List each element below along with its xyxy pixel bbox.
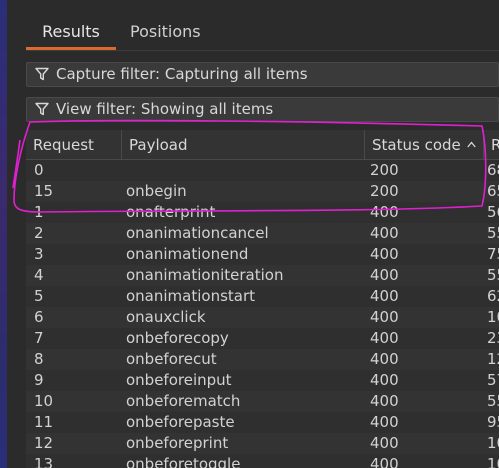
status-code-cell: 400 [370,203,399,221]
table-row[interactable]: 1 onafterprint 400 56 [26,202,499,223]
column-header-request[interactable]: Request [26,130,122,159]
window-edge [0,0,7,468]
table-row[interactable]: 8 onbeforecut 400 12 [26,349,499,370]
table-row[interactable]: 0 200 68 [26,160,499,181]
status-code-cell: 400 [370,287,399,305]
request-cell: 11 [34,413,54,431]
payload-cell: onanimationstart [126,287,256,305]
response-cell: 55 [487,392,499,410]
payload-cell: onafterprint [126,203,216,221]
payload-cell: onbeforeprint [126,434,229,452]
table-row[interactable]: 9 onbeforeinput 400 57 [26,370,499,391]
request-cell: 15 [34,182,54,200]
table-header: Request Payload Status code R [26,130,499,160]
request-cell: 3 [34,245,44,263]
response-cell: 55 [487,224,499,242]
tab-bar: Results Positions [26,12,499,50]
request-cell: 10 [34,392,54,410]
tab-divider [26,50,499,51]
payload-cell: onbeforetoggle [126,455,241,468]
request-cell: 12 [34,434,54,452]
status-code-cell: 200 [370,182,399,200]
payload-cell: onbeforepaste [126,413,235,431]
response-cell: 62 [487,287,499,305]
payload-cell: onauxclick [126,308,206,326]
status-code-cell: 400 [370,434,399,452]
request-cell: 2 [34,224,44,242]
status-code-cell: 400 [370,413,399,431]
table-row[interactable]: 15 onbegin 200 65 [26,181,499,202]
column-header-response[interactable]: R [484,130,499,159]
payload-cell: onbeforeinput [126,371,232,389]
table-row[interactable]: 11 onbeforepaste 400 95 [26,412,499,433]
response-cell: 55 [487,266,499,284]
request-cell: 4 [34,266,44,284]
table-row[interactable]: 13 onbeforetoggle 400 10 [26,454,499,468]
table-row[interactable]: 3 onanimationend 400 75 [26,244,499,265]
column-header-status-code-label: Status code [372,136,461,154]
tab-positions[interactable]: Positions [130,12,220,50]
response-cell: 68 [487,161,499,179]
status-code-cell: 400 [370,329,399,347]
status-code-cell: 400 [370,392,399,410]
results-table: Request Payload Status code R 02006815on… [26,130,499,468]
payload-cell: onbeforematch [126,392,241,410]
table-row[interactable]: 12 onbeforeprint 400 10 [26,433,499,454]
table-row[interactable]: 10 onbeforematch 400 55 [26,391,499,412]
capture-filter-bar[interactable]: Capture filter: Capturing all items [26,62,499,87]
response-cell: 57 [487,371,499,389]
table-row[interactable]: 6 onauxclick 400 10 [26,307,499,328]
capture-filter-label: Capture filter: Capturing all items [56,65,308,83]
column-header-status-code[interactable]: Status code [365,130,484,159]
status-code-cell: 400 [370,371,399,389]
request-cell: 9 [34,371,44,389]
payload-cell: onbeforecut [126,350,217,368]
table-row[interactable]: 2 onanimationcancel 400 55 [26,223,499,244]
payload-cell: onbegin [126,182,187,200]
status-code-cell: 400 [370,245,399,263]
payload-cell: onbeforecopy [126,329,229,347]
response-cell: 10 [487,308,499,326]
status-code-cell: 400 [370,350,399,368]
request-cell: 8 [34,350,44,368]
response-cell: 23 [487,329,499,347]
payload-cell: onanimationend [126,245,249,263]
response-cell: 95 [487,413,499,431]
response-cell: 56 [487,203,499,221]
sort-ascending-icon [467,141,476,148]
request-cell: 1 [34,203,44,221]
table-row[interactable]: 4 onanimationiteration 400 55 [26,265,499,286]
status-code-cell: 400 [370,266,399,284]
request-cell: 0 [34,161,44,179]
column-header-payload[interactable]: Payload [122,130,365,159]
response-cell: 12 [487,350,499,368]
view-filter-label: View filter: Showing all items [56,100,274,118]
table-row[interactable]: 5 onanimationstart 400 62 [26,286,499,307]
status-code-cell: 200 [370,161,399,179]
filter-icon [35,67,49,81]
tab-results[interactable]: Results [26,12,116,50]
view-filter-bar[interactable]: View filter: Showing all items [26,97,499,122]
table-row[interactable]: 7 onbeforecopy 400 23 [26,328,499,349]
response-cell: 10 [487,434,499,452]
response-cell: 65 [487,182,499,200]
request-cell: 5 [34,287,44,305]
payload-cell: onanimationcancel [126,224,269,242]
request-cell: 6 [34,308,44,326]
payload-cell: onanimationiteration [126,266,284,284]
request-cell: 7 [34,329,44,347]
status-code-cell: 400 [370,224,399,242]
status-code-cell: 400 [370,308,399,326]
response-cell: 75 [487,245,499,263]
request-cell: 13 [34,455,54,468]
response-cell: 10 [487,455,499,468]
filter-icon [35,102,49,116]
status-code-cell: 400 [370,455,399,468]
